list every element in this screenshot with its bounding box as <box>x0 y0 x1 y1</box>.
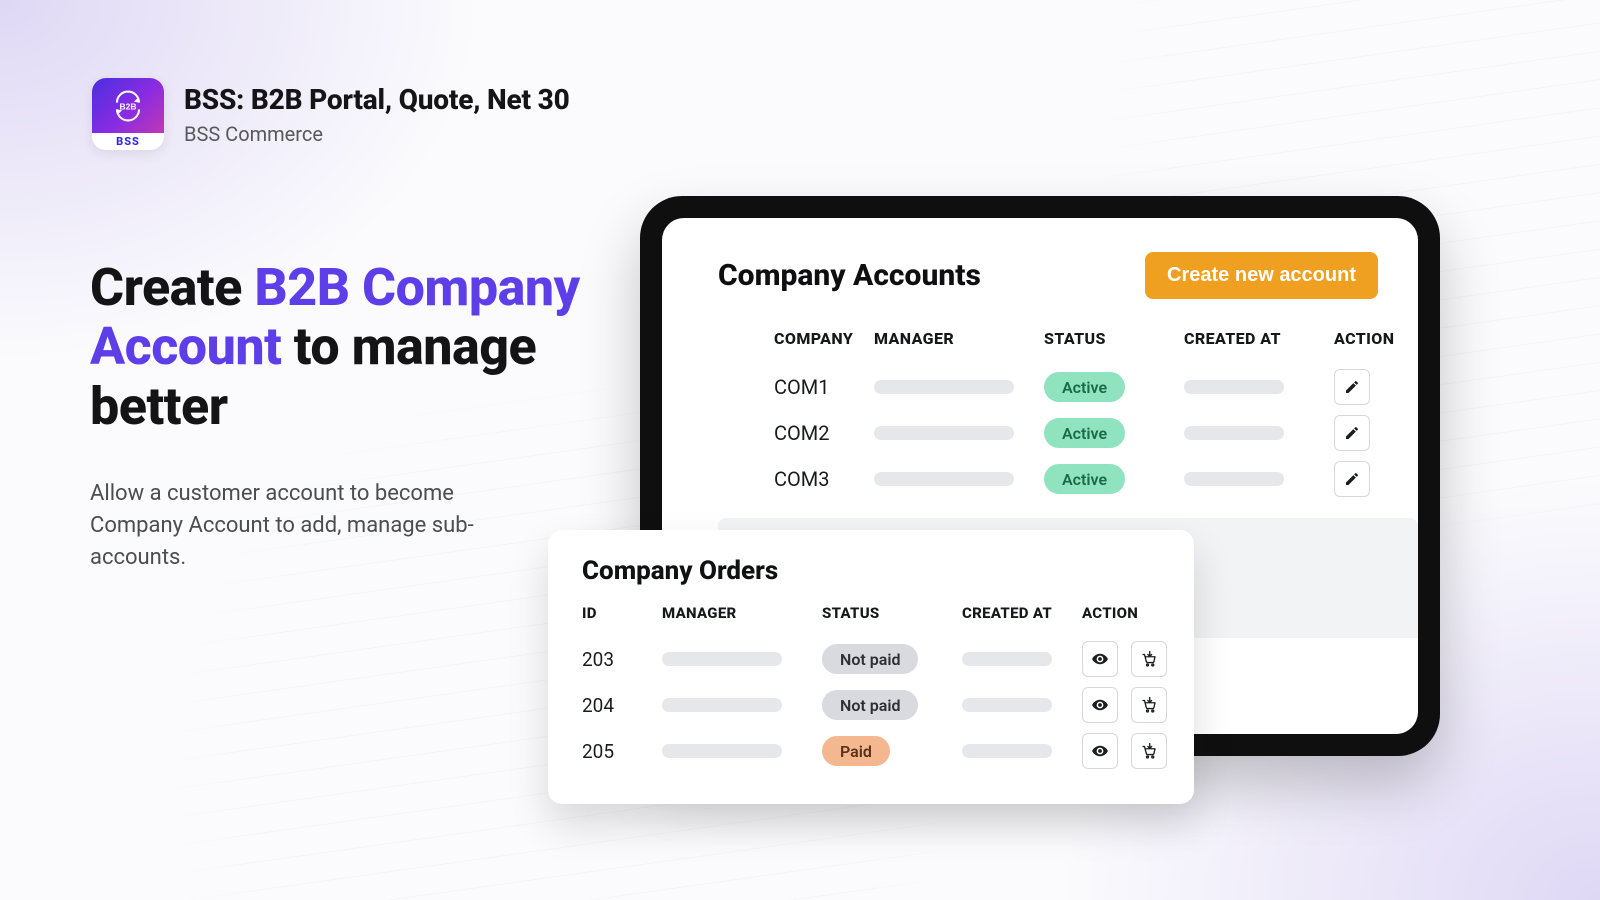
app-icon: B2B BSS <box>92 78 164 150</box>
status-badge: Paid <box>822 736 890 766</box>
reorder-button[interactable] <box>1131 687 1167 723</box>
col-action: ACTION <box>1334 329 1404 348</box>
orders-table-header: ID MANAGER STATUS CREATED AT ACTION <box>582 604 1160 622</box>
cell-company: COM2 <box>774 421 874 445</box>
manager-placeholder <box>874 380 1014 394</box>
reorder-button[interactable] <box>1131 733 1167 769</box>
col-company: COMPANY <box>774 329 874 348</box>
cart-download-icon <box>1140 742 1158 760</box>
pencil-icon <box>1344 379 1360 395</box>
created-placeholder <box>962 698 1052 712</box>
col-manager: MANAGER <box>662 604 822 622</box>
manager-placeholder <box>874 426 1014 440</box>
view-button[interactable] <box>1082 641 1118 677</box>
status-badge: Active <box>1044 372 1125 402</box>
created-placeholder <box>962 744 1052 758</box>
col-action: ACTION <box>1082 604 1182 622</box>
col-status: STATUS <box>1044 329 1184 348</box>
hero-headline: Create B2B Company Account to manage bet… <box>90 258 610 436</box>
table-row: COM2 Active <box>774 410 1378 456</box>
hero-headline-pre: Create <box>90 257 254 318</box>
table-row: 205 Paid <box>582 728 1160 774</box>
orders-table: ID MANAGER STATUS CREATED AT ACTION 203 … <box>582 604 1160 774</box>
created-placeholder <box>1184 472 1284 486</box>
status-badge: Active <box>1044 418 1125 448</box>
eye-icon <box>1091 742 1109 760</box>
view-button[interactable] <box>1082 733 1118 769</box>
reorder-button[interactable] <box>1131 641 1167 677</box>
hero-copy: Create B2B Company Account to manage bet… <box>90 258 610 573</box>
table-row: 204 Not paid <box>582 682 1160 728</box>
edit-button[interactable] <box>1334 369 1370 405</box>
created-placeholder <box>962 652 1052 666</box>
orders-title: Company Orders <box>582 556 1160 586</box>
cell-company: COM3 <box>774 467 874 491</box>
vendor-name: BSS Commerce <box>184 122 570 146</box>
accounts-title: Company Accounts <box>718 258 981 293</box>
col-manager: MANAGER <box>874 329 1044 348</box>
app-title: BSS: B2B Portal, Quote, Net 30 <box>184 83 570 116</box>
create-account-button[interactable]: Create new account <box>1145 252 1378 299</box>
edit-button[interactable] <box>1334 415 1370 451</box>
app-header: B2B BSS BSS: B2B Portal, Quote, Net 30 B… <box>92 78 570 150</box>
svg-text:B2B: B2B <box>119 101 136 111</box>
pencil-icon <box>1344 471 1360 487</box>
eye-icon <box>1091 696 1109 714</box>
manager-placeholder <box>662 698 782 712</box>
cell-id: 205 <box>582 740 662 763</box>
col-created: CREATED AT <box>962 604 1082 622</box>
edit-button[interactable] <box>1334 461 1370 497</box>
status-badge: Not paid <box>822 690 918 720</box>
manager-placeholder <box>662 744 782 758</box>
cart-download-icon <box>1140 696 1158 714</box>
manager-placeholder <box>874 472 1014 486</box>
cell-id: 204 <box>582 694 662 717</box>
col-created: CREATED AT <box>1184 329 1334 348</box>
table-row: COM3 Active <box>774 456 1378 502</box>
hero-subtext: Allow a customer account to become Compa… <box>90 478 530 574</box>
eye-icon <box>1091 650 1109 668</box>
col-status: STATUS <box>822 604 962 622</box>
table-row: 203 Not paid <box>582 636 1160 682</box>
cart-download-icon <box>1140 650 1158 668</box>
created-placeholder <box>1184 426 1284 440</box>
table-row: COM1 Active <box>774 364 1378 410</box>
status-badge: Active <box>1044 464 1125 494</box>
status-badge: Not paid <box>822 644 918 674</box>
created-placeholder <box>1184 380 1284 394</box>
pencil-icon <box>1344 425 1360 441</box>
cell-company: COM1 <box>774 375 874 399</box>
view-button[interactable] <box>1082 687 1118 723</box>
orders-card: Company Orders ID MANAGER STATUS CREATED… <box>548 530 1194 804</box>
cell-id: 203 <box>582 648 662 671</box>
col-id: ID <box>582 604 662 622</box>
app-icon-label: BSS <box>92 133 164 150</box>
b2b-sync-icon: B2B <box>111 89 145 123</box>
accounts-table-header: COMPANY MANAGER STATUS CREATED AT ACTION <box>774 329 1378 348</box>
manager-placeholder <box>662 652 782 666</box>
